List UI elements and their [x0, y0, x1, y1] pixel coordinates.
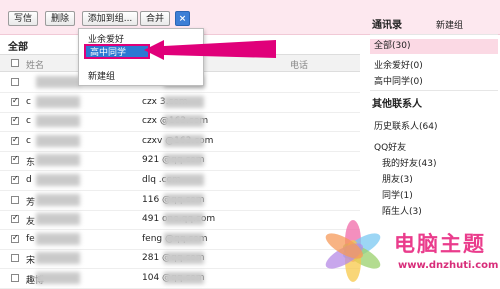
redacted-name	[36, 193, 80, 206]
redacted-email	[164, 134, 204, 147]
redacted-email	[164, 272, 204, 284]
table-row[interactable]: 宋281 @qq.com	[0, 249, 360, 270]
sidebar-header: 通讯录	[372, 20, 402, 31]
table-row[interactable]: 东921 @qq.com	[0, 151, 360, 172]
redacted-name	[36, 154, 80, 167]
redacted-name	[36, 134, 80, 147]
table-row[interactable]: fefeng @qq.com	[0, 230, 360, 250]
row-checkbox[interactable]	[11, 96, 19, 106]
watermark-title: 电脑主题	[394, 232, 486, 256]
redacted-email	[164, 174, 204, 186]
watermark-logo-icon	[325, 220, 381, 282]
contact-name: c	[26, 116, 31, 127]
new-group-link[interactable]: 新建组	[436, 18, 463, 31]
redacted-name	[36, 76, 80, 88]
sidebar-item-qq-friends[interactable]: QQ好友	[374, 140, 406, 153]
sidebar-item-all[interactable]: 全部(30)	[370, 39, 498, 54]
table-row[interactable]: cczxv @163.com	[0, 132, 360, 152]
divider	[370, 90, 498, 91]
contact-name: 芳	[26, 197, 36, 208]
contact-name: fe	[26, 233, 35, 244]
redacted-name	[36, 95, 80, 108]
redacted-name	[36, 115, 80, 128]
page-title: 全部	[8, 42, 28, 53]
sidebar-item-my-friends[interactable]: 我的好友(43)	[382, 156, 436, 169]
table-row[interactable]: 芳116 @qq.com	[0, 191, 360, 211]
column-email-header: 电话	[290, 61, 309, 71]
table-row[interactable]: 趣博104 @qq.com	[0, 269, 360, 289]
contact-name: 宋	[26, 256, 36, 267]
row-checkbox[interactable]	[11, 213, 19, 224]
sidebar-item-hobby[interactable]: 业余爱好(0)	[374, 58, 423, 71]
contact-name: c	[26, 96, 31, 107]
row-checkbox[interactable]	[11, 115, 19, 126]
redacted-name	[36, 174, 80, 186]
table-row[interactable]: ddlq .com	[0, 171, 360, 191]
arrow-icon	[144, 40, 276, 60]
redacted-email	[164, 154, 204, 167]
row-checkbox[interactable]	[11, 174, 19, 184]
write-button[interactable]: 写信	[8, 11, 38, 26]
sidebar-item-friends[interactable]: 朋友(3)	[382, 172, 413, 185]
table-row[interactable]: cczx @163.com	[0, 112, 360, 133]
row-checkbox[interactable]	[11, 135, 19, 145]
row-checkbox[interactable]	[11, 233, 19, 243]
row-checkbox[interactable]	[11, 78, 19, 86]
contact-name: c	[26, 135, 31, 146]
sidebar-item-strangers[interactable]: 陌生人(3)	[382, 204, 422, 217]
sidebar-item-highschool[interactable]: 高中同学(0)	[374, 74, 423, 87]
redacted-email	[164, 252, 204, 265]
redacted-email	[164, 232, 204, 245]
table-row[interactable]: cczx 3.com	[0, 93, 360, 113]
contact-name: 东	[26, 158, 36, 169]
redacted-name	[36, 272, 80, 284]
watermark-url: www.dnzhuti.com	[398, 260, 499, 271]
add-to-group-label: 添加到组...	[87, 14, 133, 24]
column-name-header: 姓名	[26, 61, 45, 71]
select-all-checkbox[interactable]	[11, 59, 19, 67]
row-checkbox[interactable]	[11, 274, 19, 282]
redacted-email	[164, 213, 204, 226]
redacted-name	[36, 232, 80, 245]
others-header: 其他联系人	[372, 99, 422, 110]
row-checkbox[interactable]	[11, 154, 19, 165]
close-icon[interactable]: ×	[175, 11, 190, 26]
contact-name: d	[26, 175, 32, 185]
redacted-email	[164, 193, 204, 206]
row-checkbox[interactable]	[11, 254, 19, 263]
add-to-group-button[interactable]: 添加到组... ▼	[82, 11, 138, 38]
contact-name: 友	[26, 217, 36, 228]
row-checkbox[interactable]	[11, 195, 19, 204]
divider	[370, 34, 498, 35]
redacted-email	[164, 95, 204, 108]
delete-button[interactable]: 删除	[45, 11, 75, 26]
dropdown-item-new-group[interactable]: 新建组	[88, 69, 115, 82]
redacted-email	[164, 115, 204, 128]
sidebar-item-history[interactable]: 历史联系人(64)	[374, 119, 437, 132]
sidebar-item-classmates[interactable]: 同学(1)	[382, 188, 413, 201]
redacted-name	[36, 252, 80, 265]
redacted-name	[36, 213, 80, 226]
table-row[interactable]: 友491 one.qq.com	[0, 210, 360, 231]
merge-button[interactable]: 合并	[140, 11, 170, 26]
